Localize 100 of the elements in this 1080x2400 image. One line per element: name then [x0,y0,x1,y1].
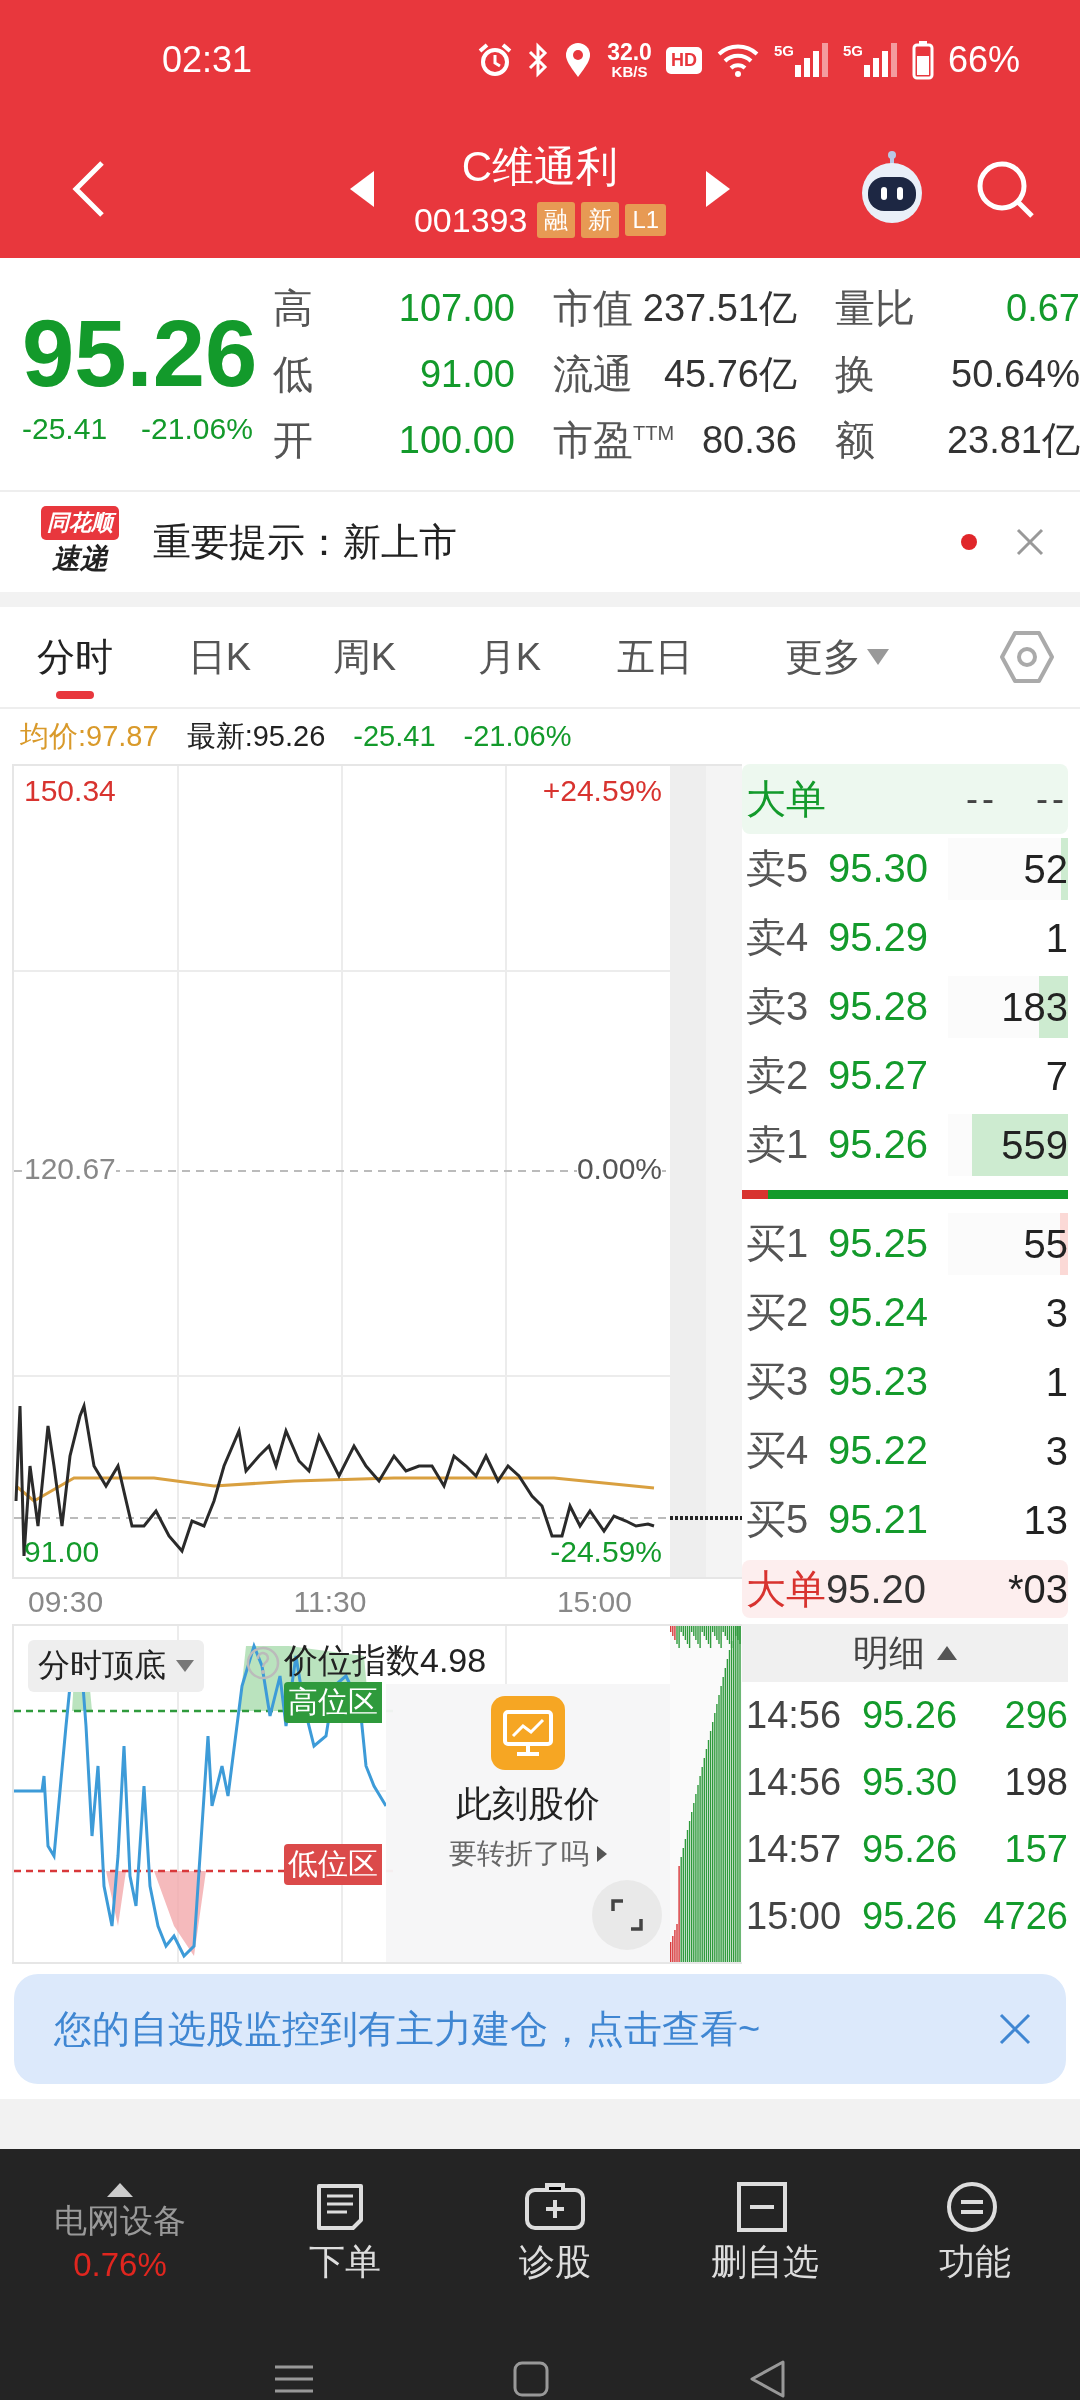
price-change: -25.41 [353,720,436,753]
search-icon[interactable] [975,159,1035,219]
menu-icon[interactable] [275,2364,313,2394]
banner-text: 您的自选股监控到有主力建仓，点击查看~ [54,2006,761,2052]
chart-tab[interactable]: 更多 [737,607,937,707]
trade-price: 95.26 [861,1895,958,1938]
quote-volume: 1 [1045,1359,1068,1404]
battery-icon [911,40,934,80]
quote-price: 95.25 [827,1221,930,1266]
chart-tab[interactable]: 月K [437,607,582,707]
quote-price: 95.28 [827,984,930,1029]
monitor-chart-icon [491,1696,565,1770]
close-icon[interactable] [998,2012,1032,2046]
quote-volume: 7 [1045,1053,1068,1098]
promo-title: 此刻股价 [456,1782,600,1826]
toolbar-button[interactable]: 功能 [870,2180,1080,2288]
stat-label: 低 [273,350,313,398]
detail-toggle[interactable]: 明细 [742,1624,1068,1682]
settings-icon[interactable] [999,629,1055,685]
logo-text: 速递 [52,542,108,576]
stat-value: 91.00 [419,352,515,396]
stat-label: 量比 [835,284,915,332]
level-label: 买1 [746,1220,810,1267]
trade-price: 95.26 [861,1828,958,1871]
stat-value: 45.76亿 [663,351,797,397]
toolbar-button[interactable]: 删自选 [660,2180,870,2288]
trade-price: 95.26 [861,1694,958,1737]
quote-volume: 1 [1045,915,1068,960]
quote-volume: 55 [1023,1221,1068,1266]
network-speed: 32.0 KB/S [607,41,652,79]
stat-label: 换 [835,350,875,398]
trade-time: 14:56 [746,1694,843,1737]
signal-icon [863,43,898,77]
latest-price: 最新:95.26 [186,718,326,754]
section-label: 大单 [746,775,827,823]
sector-button[interactable]: 电网设备 0.76% [0,2183,240,2285]
back-icon[interactable] [749,2360,785,2398]
level-label: 卖3 [746,983,810,1030]
time-label: 11:30 [293,1584,367,1619]
change-percent: -21.06% [141,411,253,446]
axis-label: 150.34 [24,774,116,808]
stat-value: 100.00 [398,418,515,462]
level-label: 买3 [746,1358,810,1405]
stat-label: 市盈$^{TTM}$ [553,416,675,464]
quote-price: 95.26 [827,1122,930,1167]
stat-value: 107.00 [398,286,515,330]
index-value: 价位指数4.98 [284,1640,487,1681]
cell-value: -- [965,778,998,820]
trade-volume: 4726 [982,1895,1068,1938]
bluetooth-icon [527,42,550,78]
axis-label: -24.59% [550,1535,662,1569]
level-label: 卖2 [746,1052,810,1099]
help-icon[interactable] [246,1646,280,1680]
back-icon[interactable] [70,159,106,219]
quote-volume: 3 [1045,1290,1068,1335]
trade-price: 95.30 [861,1761,958,1804]
network-label: 5G [773,43,794,58]
promo-card[interactable]: 此刻股价 要转折了吗 [386,1684,670,1962]
chart-tab[interactable]: 分时 [2,607,147,707]
chart-tab[interactable]: 日K [147,607,292,707]
caret-down-icon [867,649,889,665]
trade-time: 15:00 [746,1895,843,1938]
quote-volume: 13 [1023,1497,1068,1542]
toolbar-button[interactable]: 诊股 [450,2180,660,2288]
signal-icon [794,43,829,77]
level-label: 买5 [746,1496,810,1543]
indicator-selector[interactable]: 分时顶底 [28,1640,204,1692]
logo-badge: 同花顺 [41,506,119,540]
battery-level: 66% [947,39,1020,81]
stat-label: 额 [835,416,875,464]
chart-tab[interactable]: 周K [292,607,437,707]
stat-value: 80.36 [701,418,797,462]
notice-text[interactable]: 重要提示：新上市 [153,516,961,568]
zone-label: 低位区 [284,1844,382,1885]
tag-badge: 融 [537,202,576,238]
quote-volume: 183 [1001,984,1068,1029]
previous-icon[interactable] [349,171,374,207]
quote-volume: 3 [1045,1428,1068,1473]
home-icon[interactable] [513,2361,549,2397]
section-label: 大单 [746,1565,826,1613]
axis-label: +24.59% [542,774,662,808]
next-icon[interactable] [706,171,731,207]
level-label: 卖4 [746,914,810,961]
cell-value: 95.20 [826,1566,928,1612]
stat-label: 开 [273,416,313,464]
trade-volume: 157 [1003,1828,1068,1871]
toolbar-button[interactable]: 下单 [240,2180,450,2288]
chart-tab[interactable]: 五日 [582,607,727,707]
stat-value: 23.81亿 [946,417,1080,463]
close-icon[interactable] [1015,527,1045,557]
hd-badge: HD [665,46,702,74]
close-price-line [670,1516,742,1520]
promo-subtitle: 要转折了吗 [449,1837,589,1871]
quote-price: 95.27 [827,1053,930,1098]
quote-price: 95.29 [827,915,930,960]
level-label: 买2 [746,1289,810,1336]
caret-right-icon [597,1846,607,1862]
stat-value: 0.67 [1006,286,1080,330]
wifi-icon [715,42,760,78]
network-label: 5G [842,43,863,58]
